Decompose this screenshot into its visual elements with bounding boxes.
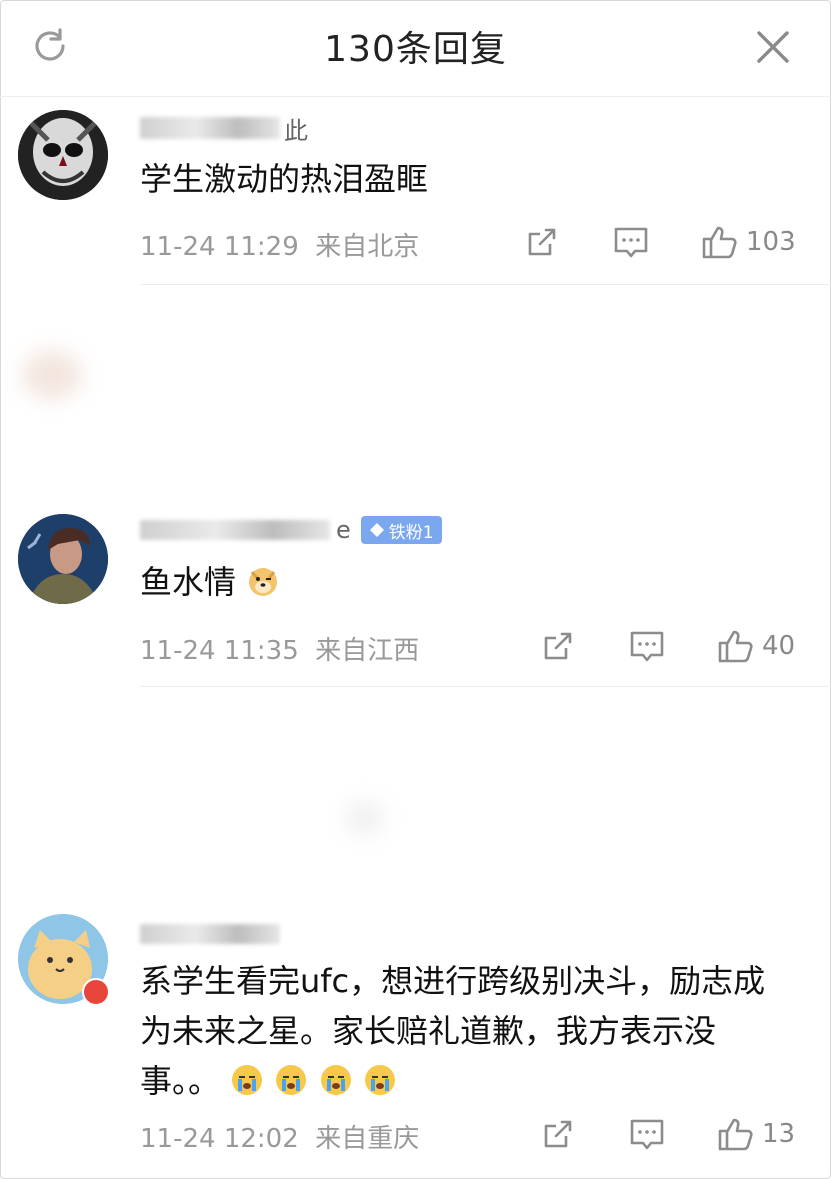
comment-icon [630, 631, 664, 662]
comment-item: 此 学生激动的热泪盈眶 11-24 11:29 来自北京 103 [0, 96, 831, 296]
comment-text-content: 鱼水情 [140, 563, 237, 601]
username-visible: 此 [284, 116, 308, 145]
like-icon [718, 630, 753, 663]
close-icon[interactable] [754, 28, 792, 66]
comment-icon [614, 227, 648, 258]
verified-badge-icon [82, 978, 110, 1006]
share-icon [528, 228, 556, 256]
comment-meta: 11-24 11:35 来自江西 [140, 636, 420, 666]
badge-label: 铁粉1 [388, 522, 434, 543]
blurred-area [22, 350, 82, 400]
crying-emoji-group [230, 1062, 397, 1100]
comment-meta: 11-24 11:29 来自北京 [140, 232, 420, 262]
blurred-name [140, 117, 280, 139]
like-icon [702, 226, 737, 259]
like-count: 103 [746, 227, 796, 257]
avatar-skull-image [18, 110, 108, 200]
reply-button[interactable] [628, 626, 666, 666]
blurred-name [140, 520, 330, 540]
share-button[interactable] [524, 222, 560, 262]
fan-badge: 铁粉1 [360, 516, 442, 544]
avatar-person-image [18, 514, 108, 604]
crying-emoji-icon [276, 1065, 307, 1095]
like-button[interactable]: 103 [700, 222, 796, 262]
comment-text: 鱼水情 [140, 557, 791, 607]
divider [140, 686, 831, 687]
blurred-name [140, 924, 280, 944]
comment-text: 系学生看完ufc，想进行跨级别决斗，励志成为未来之星。家长赔礼道歉，我方表示没事… [140, 956, 791, 1106]
reply-button[interactable] [628, 1114, 666, 1154]
username[interactable] [140, 916, 280, 952]
avatar[interactable] [18, 514, 108, 604]
avatar[interactable] [18, 110, 108, 200]
share-button[interactable] [540, 626, 576, 666]
like-icon [718, 1118, 753, 1151]
crying-emoji-icon [320, 1065, 351, 1095]
divider [140, 284, 831, 285]
like-button[interactable]: 13 [716, 1114, 795, 1154]
like-count: 13 [762, 1119, 796, 1149]
like-button[interactable]: 40 [716, 626, 795, 666]
diamond-icon [369, 523, 384, 537]
doge-emoji-icon [249, 568, 278, 596]
comment-icon [630, 1119, 664, 1150]
username[interactable]: 此 [140, 110, 308, 146]
username[interactable]: e 铁粉1 [140, 512, 442, 548]
header: 130条回复 [0, 0, 831, 97]
crying-emoji-icon [364, 1065, 395, 1095]
comment-item: e 铁粉1 鱼水情 11-24 11:35 来自江西 40 [0, 500, 831, 700]
share-button[interactable] [540, 1114, 576, 1154]
username-visible: e [336, 516, 351, 544]
like-count: 40 [762, 631, 796, 661]
share-icon [544, 632, 572, 660]
share-icon [544, 1120, 572, 1148]
comment-meta: 11-24 12:02 来自重庆 [140, 1124, 420, 1154]
avatar[interactable] [18, 914, 110, 1006]
comment-text: 学生激动的热泪盈眶 [140, 160, 429, 198]
page-title: 130条回复 [324, 29, 507, 70]
crying-emoji-icon [232, 1065, 263, 1095]
reply-button[interactable] [612, 222, 650, 262]
comment-item: 系学生看完ufc，想进行跨级别决斗，励志成为未来之星。家长赔礼道歉，我方表示没事… [0, 900, 831, 1179]
blurred-area [345, 800, 385, 836]
